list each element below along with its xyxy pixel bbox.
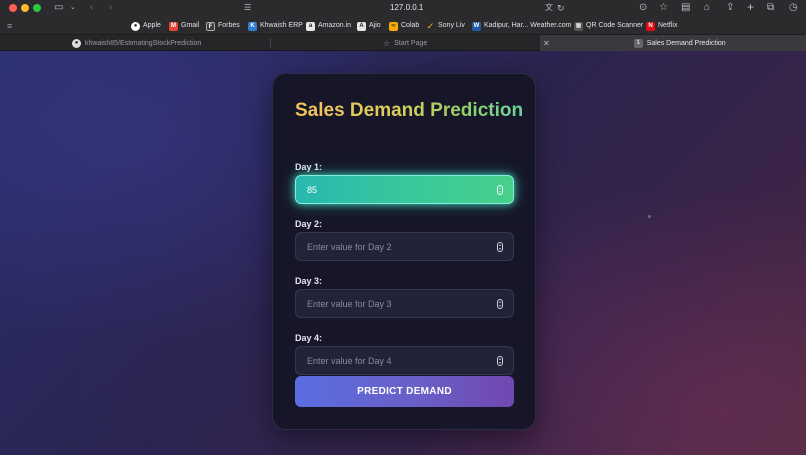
url-field[interactable]: 127.0.0.1 <box>390 2 423 14</box>
gmail-icon: M <box>169 21 178 31</box>
day-2-field <box>295 232 514 261</box>
tab-separator <box>270 38 271 48</box>
day-1-label: Day 1: <box>295 162 323 172</box>
github-icon: ● <box>72 38 81 48</box>
day-4-label: Day 4: <box>295 333 323 343</box>
page-background: Sales Demand Prediction Day 1: Day 2: Da… <box>0 51 806 455</box>
netflix-icon: N <box>646 21 655 31</box>
stepper-icon[interactable] <box>497 299 503 309</box>
bookmark-label: Ajio <box>369 22 381 29</box>
page-title: Sales Demand Prediction <box>295 100 524 121</box>
tab-start-page[interactable]: ☆ Start Page <box>383 35 503 51</box>
page-menu-icon[interactable]: ☰ <box>244 2 251 14</box>
bookmark-qr-scanner[interactable]: ▦ QR Code Scanner <box>574 21 643 31</box>
predict-demand-button[interactable]: PREDICT DEMAND <box>295 376 514 407</box>
bookmark-label: Colab <box>401 22 420 29</box>
bookmark-colab[interactable]: ∞ Colab <box>389 21 419 31</box>
reload-icon[interactable]: ↻ <box>557 2 565 14</box>
apple-icon: ● <box>131 21 140 31</box>
bookmark-ajio[interactable]: A Ajio <box>357 21 381 31</box>
tab-label: Start Page <box>394 39 428 47</box>
share-icon[interactable]: ⇪ <box>726 2 734 14</box>
close-tab-icon[interactable]: ✕ <box>543 39 550 48</box>
day-2-input[interactable] <box>296 233 513 260</box>
tab-overview-icon[interactable]: ⧉ <box>767 2 774 14</box>
bookmark-weather[interactable]: W Kadipur, Har... Weather.com <box>472 21 571 31</box>
bookmark-khwaish-erp[interactable]: K Khwaish ERP <box>248 21 303 31</box>
bookmark-label: Gmail <box>181 22 200 29</box>
day-3-field <box>295 289 514 318</box>
star-icon: ☆ <box>383 38 391 48</box>
erp-icon: K <box>248 21 257 31</box>
tab-sales-demand-prediction[interactable]: ✕ 1 Sales Demand Prediction <box>540 35 806 51</box>
day-1-field <box>295 175 514 204</box>
ajio-icon: A <box>357 21 366 31</box>
bookmark-label: Forbes <box>218 22 240 29</box>
bookmark-label: Apple <box>143 22 161 29</box>
stepper-icon[interactable] <box>497 185 503 195</box>
favicon-icon: 1 <box>633 38 643 48</box>
close-window-button[interactable] <box>9 4 17 12</box>
day-1-input[interactable] <box>296 176 513 203</box>
tab-bar: ● khwaish85/EstimatingStockPrediction ☆ … <box>0 35 806 51</box>
amazon-icon: a <box>306 21 315 31</box>
new-tab-icon[interactable]: + <box>747 1 754 13</box>
day-4-input[interactable] <box>296 347 513 374</box>
back-icon[interactable]: ‹ <box>90 2 93 14</box>
day-4-field <box>295 346 514 375</box>
qr-icon: ▦ <box>574 21 583 31</box>
prediction-card: Sales Demand Prediction Day 1: Day 2: Da… <box>272 73 536 430</box>
tab-github-repo[interactable]: ● khwaish85/EstimatingStockPrediction <box>72 35 262 51</box>
browser-toolbar: ▭ ⌄ ‹ › ☰ 127.0.0.1 文 ↻ ⊙ ☆ ▤ ⌂ ⇪ + ⧉ ◷ <box>0 0 806 17</box>
chevron-down-icon[interactable]: ⌄ <box>70 2 76 14</box>
bookmark-star-icon[interactable]: ☆ <box>659 2 668 14</box>
day-3-label: Day 3: <box>295 276 323 286</box>
tab-label: Sales Demand Prediction <box>646 39 726 47</box>
bookmark-sony-liv[interactable]: ✓ Sony Liv <box>426 21 465 31</box>
stepper-icon[interactable] <box>497 242 503 252</box>
zoom-window-button[interactable] <box>33 4 41 12</box>
forward-icon[interactable]: › <box>109 2 112 14</box>
bookmarks-bar: ● Apple M Gmail F Forbes K Khwaish ERP a… <box>0 17 806 35</box>
download-icon[interactable]: ⊙ <box>639 2 647 14</box>
tab-label: khwaish85/EstimatingStockPrediction <box>85 39 202 47</box>
home-icon[interactable]: ⌂ <box>704 2 710 14</box>
bookmark-label: Amazon.in <box>318 22 352 29</box>
stepper-icon[interactable] <box>497 356 503 366</box>
bookmark-label: Netflix <box>658 22 678 29</box>
forbes-icon: F <box>206 21 215 31</box>
history-icon[interactable]: ◷ <box>789 2 798 14</box>
sonyliv-icon: ✓ <box>426 20 435 31</box>
bookmark-label: Kadipur, Har... Weather.com <box>484 22 572 29</box>
bookmark-apple[interactable]: ● Apple <box>131 21 161 31</box>
bookmarks-menu-icon[interactable]: ≡ <box>7 21 12 31</box>
bookmark-label: Khwaish ERP <box>260 22 303 29</box>
bookmark-amazon[interactable]: a Amazon.in <box>306 21 351 31</box>
bookmark-label: Sony Liv <box>438 22 465 29</box>
bookmark-gmail[interactable]: M Gmail <box>169 21 199 31</box>
weather-icon: W <box>472 21 481 31</box>
day-2-label: Day 2: <box>295 219 323 229</box>
bookmark-netflix[interactable]: N Netflix <box>646 21 677 31</box>
bookmark-label: QR Code Scanner <box>586 22 644 29</box>
bookmark-forbes[interactable]: F Forbes <box>206 21 240 31</box>
translate-icon[interactable]: 文 <box>545 2 553 14</box>
sidebar-icon[interactable]: ▭ <box>54 2 63 14</box>
print-icon[interactable]: ▤ <box>681 2 690 14</box>
colab-icon: ∞ <box>389 21 398 31</box>
background-dot <box>648 215 651 218</box>
day-3-input[interactable] <box>296 290 513 317</box>
minimize-window-button[interactable] <box>21 4 29 12</box>
